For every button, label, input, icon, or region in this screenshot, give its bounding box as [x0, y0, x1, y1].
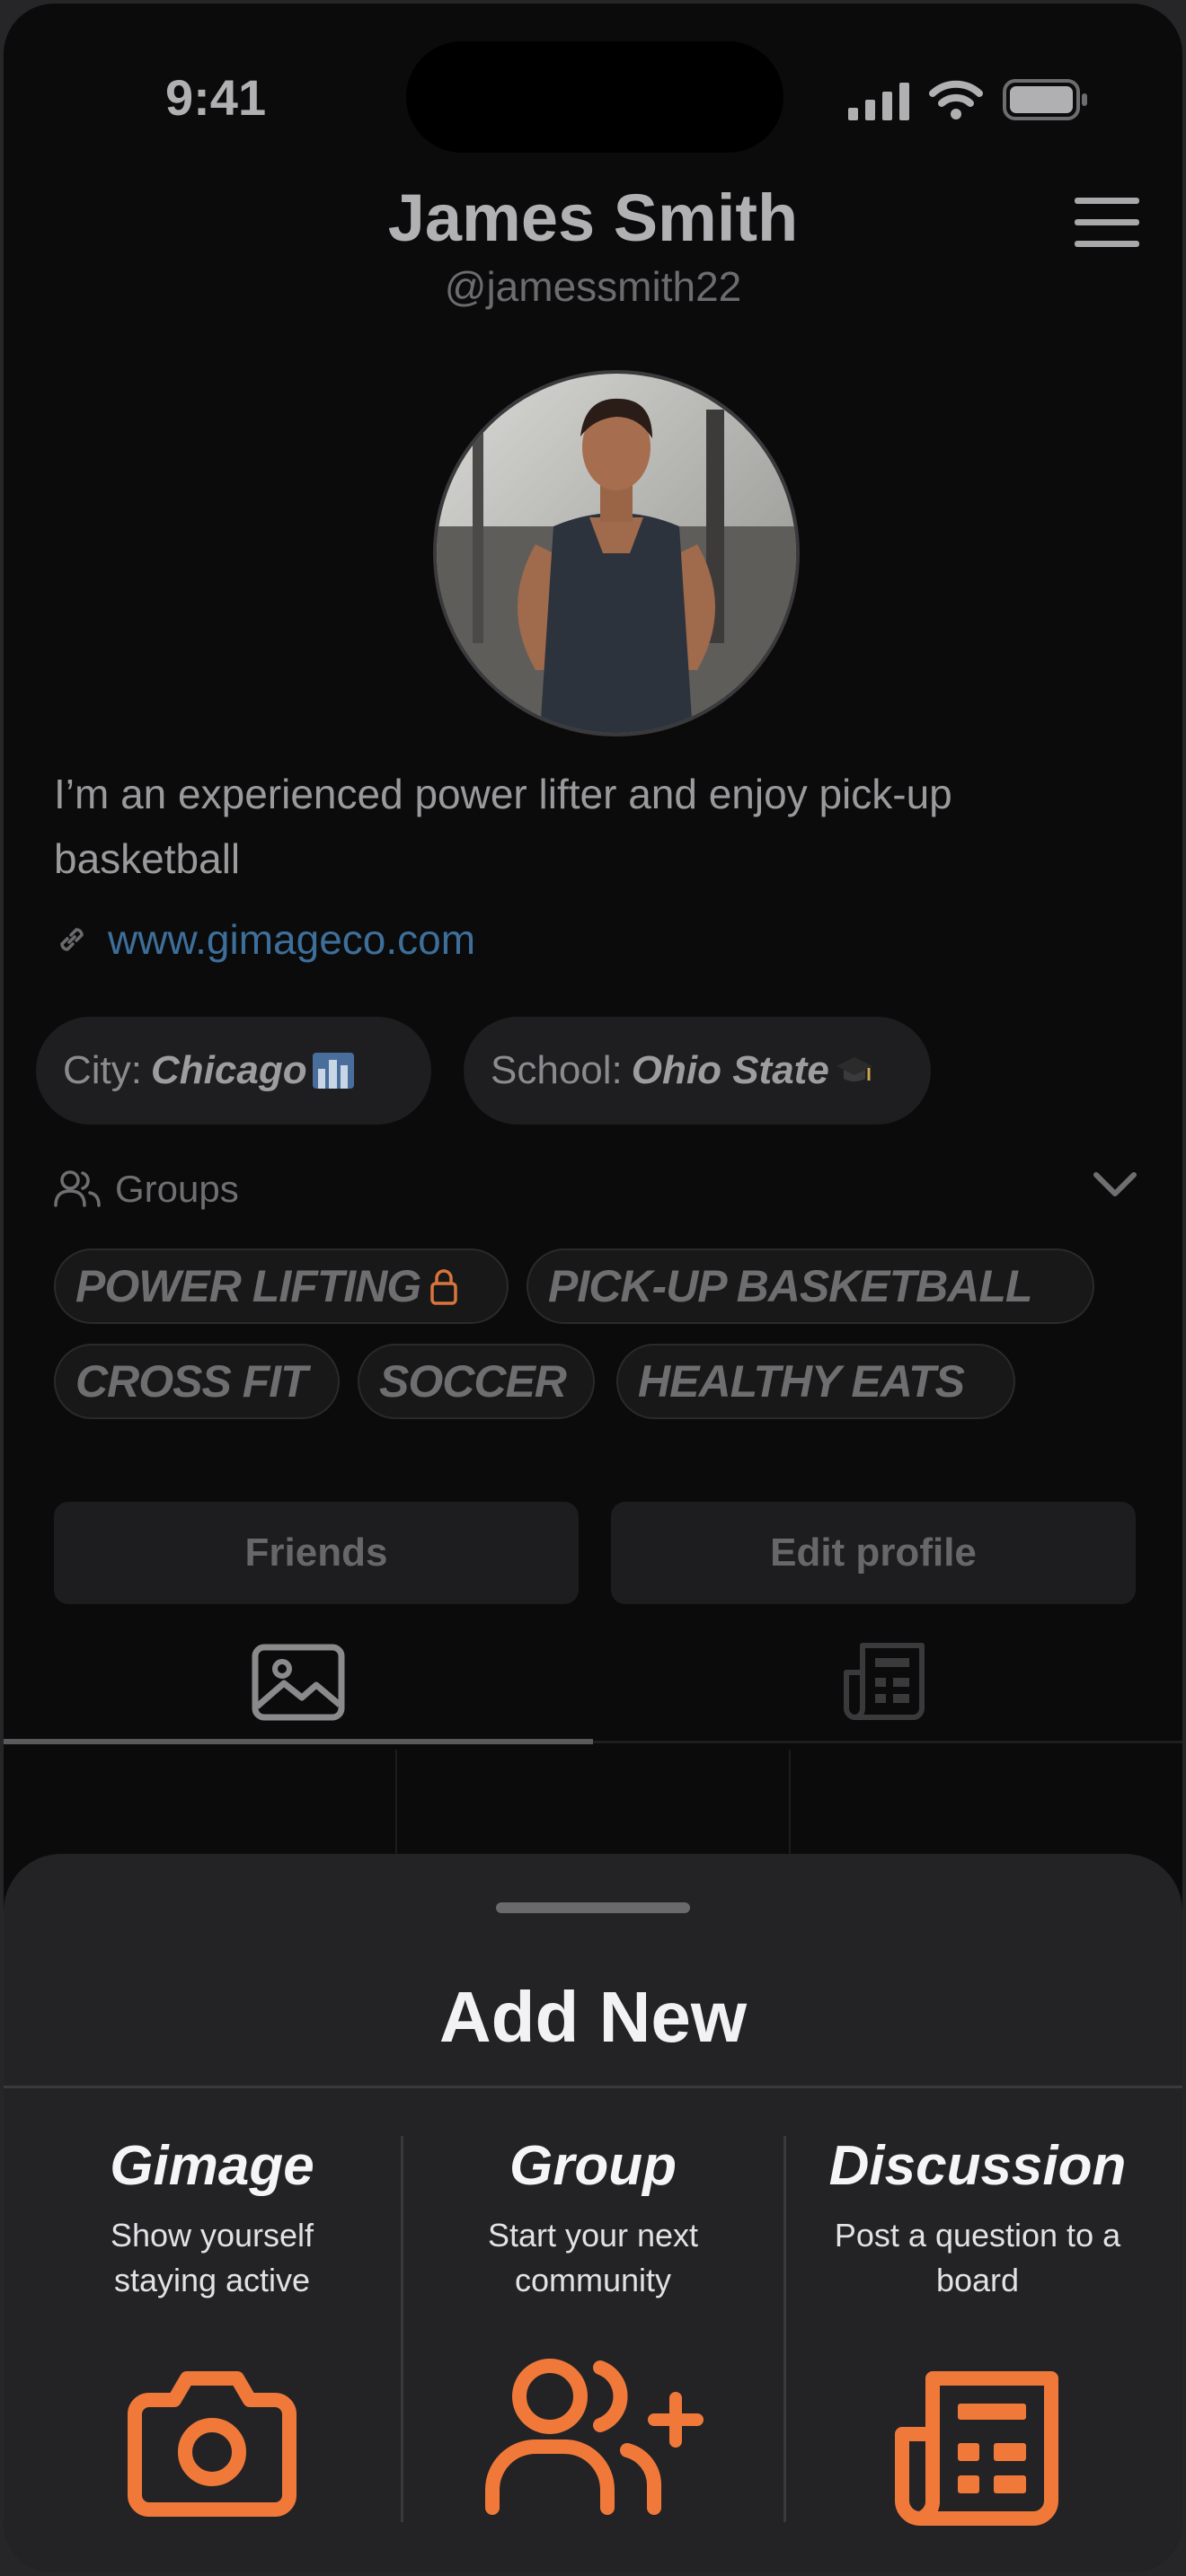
- tab-divider: [593, 1741, 1182, 1743]
- sheet-grabber[interactable]: [496, 1902, 690, 1913]
- camera-icon[interactable]: [124, 2366, 300, 2519]
- groups-label: Groups: [115, 1168, 239, 1210]
- newspaper-tab-icon[interactable]: [843, 1640, 929, 1721]
- sheet-title: Add New: [438, 1977, 748, 2057]
- profile-bio: I’m an experienced power lifter and enjo…: [54, 771, 952, 882]
- groups-icon: [54, 1170, 101, 1207]
- signal-icon: [848, 83, 909, 120]
- graduation-cap-icon: [836, 1057, 872, 1081]
- group-tag-label: CROSS FIT: [75, 1356, 308, 1407]
- active-tab-indicator: [4, 1739, 593, 1744]
- group-tag-power-lifting[interactable]: POWER LIFTING: [54, 1248, 509, 1324]
- newspaper-icon[interactable]: [893, 2369, 1064, 2527]
- website-link[interactable]: www.gimageco.com: [54, 913, 475, 966]
- gimage-option-subtitle: Show yourself staying active: [110, 2217, 314, 2298]
- lock-icon: [430, 1269, 457, 1305]
- column-divider: [401, 2136, 403, 2522]
- school-value: Ohio State: [631, 1048, 829, 1092]
- avatar[interactable]: [433, 370, 800, 737]
- city-value: Chicago: [151, 1048, 307, 1092]
- group-option-subtitle: Start your next community: [487, 2217, 699, 2298]
- phone-screen: 9:41 James Smith @jamessmith22 I’m an ex…: [4, 4, 1182, 2572]
- add-users-icon[interactable]: [480, 2350, 710, 2520]
- city-chip[interactable]: City: Chicago: [36, 1017, 431, 1125]
- groups-header[interactable]: Groups: [54, 1168, 239, 1211]
- group-tag-healthy-eats[interactable]: HEALTHY EATS: [616, 1344, 1015, 1419]
- school-chip[interactable]: School: Ohio State: [464, 1017, 931, 1125]
- battery-icon: [1003, 79, 1087, 120]
- school-label: School:: [491, 1048, 623, 1092]
- discussion-option-title[interactable]: Discussion: [789, 2134, 1166, 2198]
- group-option-title[interactable]: Group: [404, 2134, 782, 2198]
- column-divider: [783, 2136, 786, 2522]
- discussion-option-subtitle: Post a question to a board: [834, 2217, 1121, 2298]
- city-skyline-icon: [312, 1053, 354, 1089]
- link-icon: [60, 928, 84, 951]
- group-tag-cross-fit[interactable]: CROSS FIT: [54, 1344, 340, 1419]
- dynamic-island: [406, 41, 783, 153]
- sheet-divider: [4, 2086, 1182, 2088]
- gimage-option-title[interactable]: Gimage: [23, 2134, 401, 2198]
- edit-profile-button[interactable]: Edit profile: [611, 1502, 1136, 1604]
- group-tag-label: SOCCER: [379, 1356, 567, 1407]
- profile-handle: @jamessmith22: [444, 263, 742, 310]
- image-tab-icon[interactable]: [252, 1644, 345, 1721]
- website-url[interactable]: www.gimageco.com: [108, 915, 475, 964]
- chevron-down-icon[interactable]: [1091, 1169, 1139, 1200]
- friends-button[interactable]: Friends: [54, 1502, 579, 1604]
- city-label: City:: [63, 1048, 142, 1092]
- group-tag-pick-up-basketball[interactable]: PICK-UP BASKETBALL: [527, 1248, 1094, 1324]
- status-time: 9:41: [165, 69, 267, 126]
- grid-divider: [395, 1750, 397, 1857]
- menu-icon[interactable]: [1075, 198, 1139, 250]
- group-tag-label: HEALTHY EATS: [638, 1356, 965, 1407]
- group-tag-label: POWER LIFTING: [75, 1261, 421, 1311]
- grid-divider: [789, 1750, 791, 1857]
- group-tag-label: PICK-UP BASKETBALL: [548, 1261, 1032, 1311]
- profile-name: James Smith: [387, 181, 799, 255]
- group-tag-soccer[interactable]: SOCCER: [358, 1344, 595, 1419]
- avatar-photo: [437, 374, 796, 733]
- wifi-icon: [929, 80, 983, 119]
